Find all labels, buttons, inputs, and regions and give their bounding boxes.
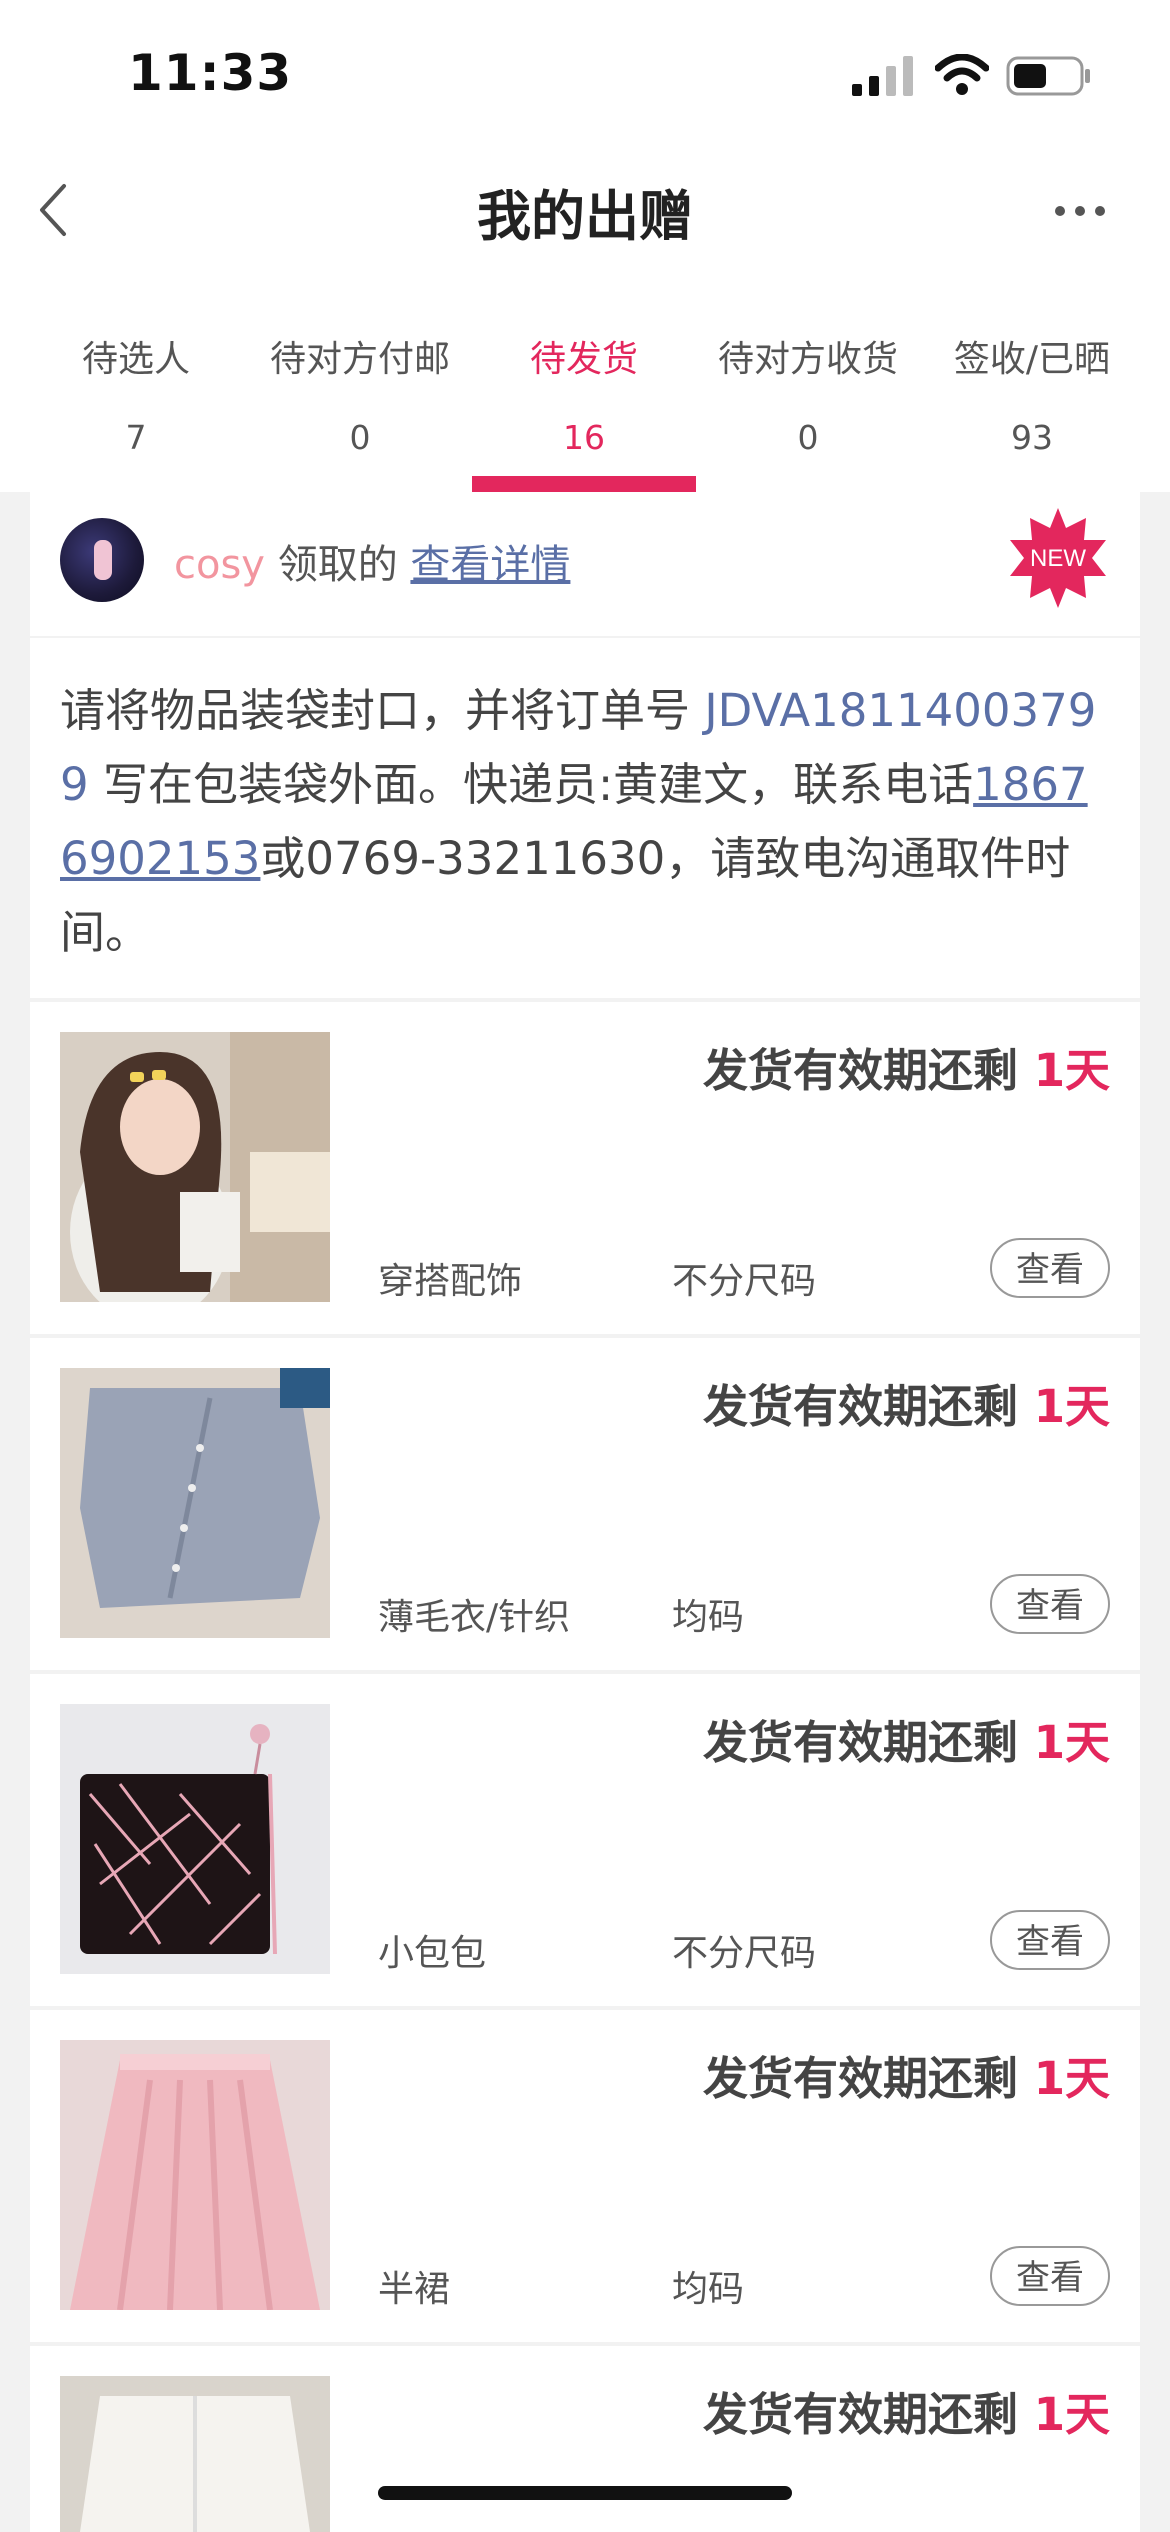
- shipping-deadline: 发货有效期还剩 1天: [703, 2042, 1110, 2107]
- item-thumbnail-skirt[interactable]: [60, 2040, 330, 2310]
- item-category: 薄毛衣/针织: [378, 1597, 571, 1638]
- photo-knit-sweater: [60, 1368, 330, 1638]
- item-category: 小包包: [378, 1933, 487, 1974]
- status-bar: 11:33: [0, 0, 1170, 150]
- shipping-deadline: 发货有效期还剩 1天: [703, 1370, 1110, 1435]
- tab-count: 0: [797, 418, 819, 457]
- status-time: 11:33: [128, 44, 293, 102]
- wifi-icon: [935, 54, 989, 95]
- status-tabs: 待选人 7 待对方付邮 0 待发货 16 待对方收货 0 签收/已晒 93: [0, 270, 1170, 492]
- deadline-days: 1天: [1033, 1044, 1110, 1097]
- claimed-label: 领取的: [277, 542, 398, 588]
- instructions-part2: 写在包装袋外面。快递员:黄建文，联系电话: [88, 758, 974, 811]
- instructions-part1: 请将物品装袋封口，并将订单号: [60, 684, 705, 737]
- deadline-days: 1天: [1033, 2388, 1110, 2441]
- shipping-deadline: 发货有效期还剩 1天: [703, 2378, 1110, 2443]
- list-item[interactable]: 发货有效期还剩 1天: [30, 2346, 1140, 2532]
- item-thumbnail-small-bag[interactable]: [60, 1704, 330, 1974]
- item-size: 不分尺码: [672, 1933, 817, 1974]
- active-tab-indicator: [472, 476, 696, 492]
- tab-label: 待选人: [81, 339, 190, 380]
- deadline-days: 1天: [1033, 1716, 1110, 1769]
- deadline-days: 1天: [1033, 1380, 1110, 1433]
- tab-pending-shipment[interactable]: 待发货 16: [472, 270, 696, 492]
- tab-count: 0: [349, 418, 371, 457]
- photo-accessories: [60, 1032, 330, 1302]
- item-thumbnail-white-top[interactable]: [60, 2376, 330, 2532]
- view-button[interactable]: 查看: [990, 1910, 1110, 1970]
- tab-count: 7: [125, 418, 147, 457]
- item-size: 均码: [672, 1597, 745, 1638]
- photo-skirt: [60, 2040, 330, 2310]
- tab-count: 93: [1011, 418, 1053, 457]
- list-item[interactable]: 发货有效期还剩 1天 小包包 不分尺码 查看: [30, 1674, 1140, 2006]
- item-size: 均码: [672, 2269, 745, 2310]
- recipient-row: cosy 领取的 查看详情 NEW: [30, 492, 1140, 636]
- deadline-label: 发货有效期还剩: [703, 1716, 1034, 1769]
- recipient-name: cosy: [174, 542, 265, 588]
- shipping-instructions: 请将物品装袋封口，并将订单号 JDVA18114003799 写在包装袋外面。快…: [30, 638, 1140, 998]
- tab-pending-receipt[interactable]: 待对方收货 0: [696, 270, 920, 492]
- deadline-label: 发货有效期还剩: [703, 2052, 1034, 2105]
- tab-label: 签收/已晒: [953, 339, 1111, 380]
- view-detail-link[interactable]: 查看详情: [410, 542, 570, 588]
- view-button[interactable]: 查看: [990, 1574, 1110, 1634]
- photo-small-bag: [60, 1704, 330, 1974]
- shipping-deadline: 发货有效期还剩 1天: [703, 1706, 1110, 1771]
- list-item[interactable]: 发货有效期还剩 1天 穿搭配饰 不分尺码 查看: [30, 1002, 1140, 1334]
- tab-label: 待对方付邮: [269, 339, 450, 380]
- tab-label: 待发货: [529, 339, 638, 380]
- more-options-icon[interactable]: [1054, 204, 1106, 218]
- list-item[interactable]: 发货有效期还剩 1天 半裙 均码 查看: [30, 2010, 1140, 2342]
- tab-count: 16: [563, 418, 605, 457]
- item-category: 穿搭配饰: [378, 1261, 523, 1302]
- tab-label: 待对方收货: [717, 339, 898, 380]
- new-badge: NEW: [1006, 506, 1110, 610]
- tab-pending-postage[interactable]: 待对方付邮 0: [248, 270, 472, 492]
- home-indicator[interactable]: [378, 2486, 792, 2500]
- item-thumbnail-knit-sweater[interactable]: [60, 1368, 330, 1638]
- photo-white-top: [60, 2376, 330, 2532]
- new-badge-shape: NEW: [1010, 508, 1106, 608]
- item-thumbnail-accessories[interactable]: [60, 1032, 330, 1302]
- item-category: 半裙: [378, 2269, 451, 2310]
- deadline-label: 发货有效期还剩: [703, 2388, 1034, 2441]
- recipient-text: cosy 领取的 查看详情: [174, 532, 570, 590]
- deadline-days: 1天: [1033, 2052, 1110, 2105]
- new-badge-label: NEW: [1030, 545, 1086, 572]
- page-title: 我的出赠: [477, 185, 693, 248]
- tab-received-shared[interactable]: 签收/已晒 93: [920, 270, 1144, 492]
- list-item[interactable]: 发货有效期还剩 1天 薄毛衣/针织 均码 查看: [30, 1338, 1140, 1670]
- view-button[interactable]: 查看: [990, 1238, 1110, 1298]
- avatar[interactable]: [60, 518, 144, 602]
- item-size: 不分尺码: [672, 1261, 817, 1302]
- view-button[interactable]: 查看: [990, 2246, 1110, 2306]
- instructions-text: 请将物品装袋封口，并将订单号 JDVA18114003799 写在包装袋外面。快…: [60, 674, 1112, 970]
- cellular-signal-icon: [852, 56, 913, 96]
- tab-pending-selection[interactable]: 待选人 7: [24, 270, 248, 492]
- deadline-label: 发货有效期还剩: [703, 1380, 1034, 1433]
- shipping-deadline: 发货有效期还剩 1天: [703, 1034, 1110, 1099]
- deadline-label: 发货有效期还剩: [703, 1044, 1034, 1097]
- battery-icon: [1006, 56, 1090, 96]
- nav-bar: 我的出赠: [0, 150, 1170, 270]
